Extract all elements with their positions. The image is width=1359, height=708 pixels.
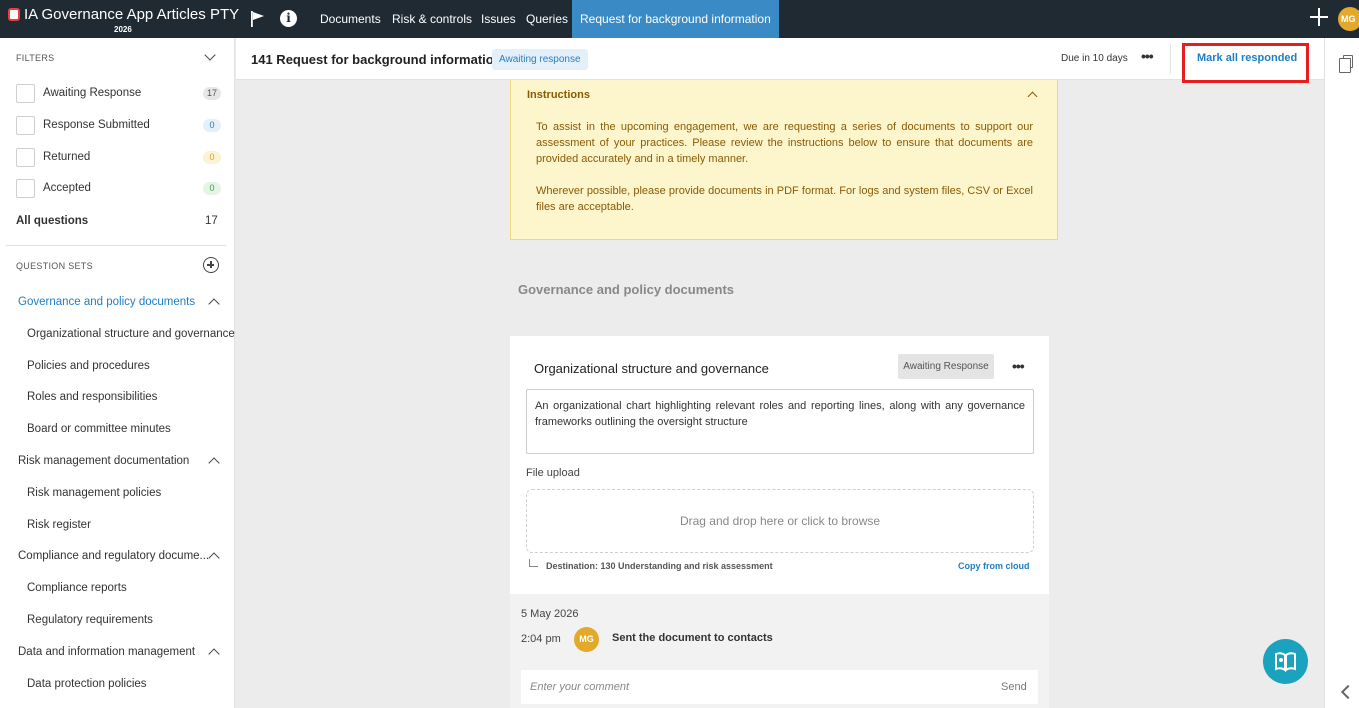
flag-icon[interactable]: [250, 10, 266, 28]
chevron-up-icon[interactable]: [208, 298, 220, 310]
tab-documents[interactable]: Documents: [320, 0, 381, 38]
filter-count-badge: 0: [203, 151, 221, 164]
sidebar-group-data[interactable]: Data and information management: [18, 646, 195, 658]
filter-count-badge: 0: [203, 119, 221, 132]
app-year: 2026: [114, 25, 132, 34]
filter-count-badge: 0: [203, 182, 221, 195]
help-button[interactable]: [1263, 639, 1308, 684]
sidebar-item-data-protection[interactable]: Data protection policies: [27, 678, 147, 690]
instructions-panel: Instructions To assist in the upcoming e…: [510, 80, 1058, 240]
sidebar-item-board-minutes[interactable]: Board or committee minutes: [27, 423, 171, 435]
question-more-options-icon[interactable]: •••: [1012, 358, 1025, 374]
sidebar-item-risk-policies[interactable]: Risk management policies: [27, 487, 161, 499]
right-panel-strip: [1324, 38, 1359, 708]
chevron-up-icon[interactable]: [208, 457, 220, 469]
tab-issues[interactable]: Issues: [481, 0, 516, 38]
header-divider: [1170, 44, 1171, 74]
activity-time: 2:04 pm: [521, 633, 561, 645]
file-upload-label: File upload: [526, 467, 580, 479]
sidebar-group-compliance[interactable]: Compliance and regulatory docume...: [18, 550, 209, 562]
chevron-up-icon[interactable]: [208, 552, 220, 564]
plus-icon[interactable]: [1308, 6, 1330, 28]
top-nav-bar: IA Governance App Articles PTY 2026 i Do…: [0, 0, 1359, 38]
filter-awaiting-response[interactable]: Awaiting Response 17: [16, 84, 221, 104]
filter-label: Accepted: [43, 182, 91, 194]
collapse-instructions-icon[interactable]: [1027, 91, 1038, 102]
tab-request-background-info[interactable]: Request for background information: [572, 0, 779, 38]
activity-log: 5 May 2026 2:04 pm MG Sent the document …: [510, 594, 1049, 708]
mark-all-responded-button[interactable]: Mark all responded: [1182, 43, 1309, 83]
filter-count-badge: 17: [203, 87, 221, 100]
sidebar-group-governance[interactable]: Governance and policy documents: [18, 296, 195, 308]
all-questions-count: 17: [205, 215, 218, 227]
activity-date: 5 May 2026: [521, 608, 579, 620]
comment-box: Send: [521, 670, 1038, 704]
question-status-badge[interactable]: Awaiting Response: [898, 354, 994, 379]
tab-risk-controls[interactable]: Risk & controls: [392, 0, 472, 38]
question-title: Organizational structure and governance: [534, 361, 769, 376]
filter-label: Returned: [43, 151, 91, 163]
user-avatar[interactable]: MG: [1338, 7, 1359, 31]
info-icon[interactable]: i: [280, 10, 297, 27]
file-dropzone[interactable]: Drag and drop here or click to browse: [526, 489, 1034, 553]
filter-label: Awaiting Response: [43, 87, 142, 99]
instructions-paragraph: Wherever possible, please provide docume…: [536, 185, 1033, 213]
sidebar-item-compliance-reports[interactable]: Compliance reports: [27, 582, 127, 594]
comment-input[interactable]: [521, 670, 981, 704]
help-book-icon: [1275, 652, 1296, 672]
copy-from-cloud-link[interactable]: Copy from cloud: [958, 561, 1030, 571]
page-title: 141 Request for background information: [251, 52, 502, 67]
more-options-icon[interactable]: •••: [1141, 48, 1154, 64]
sidebar-item-regulatory[interactable]: Regulatory requirements: [27, 614, 153, 626]
app-title: IA Governance App Articles PTY: [24, 6, 240, 23]
sidebar: FILTERS Awaiting Response 17 Response Su…: [0, 38, 235, 708]
instructions-paragraph: To assist in the upcoming engagement, we…: [536, 121, 1033, 165]
sidebar-divider: [6, 245, 226, 246]
app-logo-icon: [8, 8, 20, 21]
avatar: MG: [574, 627, 599, 652]
filter-label: Response Submitted: [43, 119, 150, 131]
chevron-left-icon[interactable]: [1340, 684, 1356, 700]
destination-arrow-icon: [529, 559, 538, 567]
filter-checkbox[interactable]: [16, 179, 35, 198]
filter-checkbox[interactable]: [16, 116, 35, 135]
tab-queries[interactable]: Queries: [526, 0, 568, 38]
filters-collapse-icon[interactable]: [204, 49, 216, 61]
filter-response-submitted[interactable]: Response Submitted 0: [16, 116, 221, 136]
sidebar-item-policies[interactable]: Policies and procedures: [27, 360, 150, 372]
section-title: Governance and policy documents: [518, 282, 734, 297]
copy-icon[interactable]: [1339, 55, 1353, 73]
sidebar-item-org-structure[interactable]: Organizational structure and governance: [27, 328, 235, 340]
due-date: Due in 10 days: [1061, 53, 1128, 64]
activity-text: Sent the document to contacts: [612, 632, 773, 644]
sidebar-item-risk-register[interactable]: Risk register: [27, 519, 91, 531]
filter-checkbox[interactable]: [16, 148, 35, 167]
destination-text: Destination: 130 Understanding and risk …: [546, 561, 773, 571]
add-question-set-icon[interactable]: [203, 257, 219, 273]
sidebar-group-risk[interactable]: Risk management documentation: [18, 455, 189, 467]
filter-returned[interactable]: Returned 0: [16, 148, 221, 168]
filter-accepted[interactable]: Accepted 0: [16, 179, 221, 199]
filter-checkbox[interactable]: [16, 84, 35, 103]
question-sets-heading: QUESTION SETS: [16, 261, 93, 271]
question-card: Organizational structure and governance …: [510, 336, 1049, 708]
chevron-up-icon[interactable]: [208, 648, 220, 660]
request-header: 141 Request for background information A…: [236, 38, 1324, 83]
all-questions-link[interactable]: All questions: [16, 215, 88, 227]
sidebar-item-roles[interactable]: Roles and responsibilities: [27, 391, 157, 403]
status-badge: Awaiting response: [492, 49, 588, 70]
question-description: An organizational chart highlighting rel…: [526, 389, 1034, 454]
send-button[interactable]: Send: [1001, 681, 1027, 693]
filters-heading: FILTERS: [16, 53, 55, 63]
instructions-title: Instructions: [527, 89, 590, 101]
